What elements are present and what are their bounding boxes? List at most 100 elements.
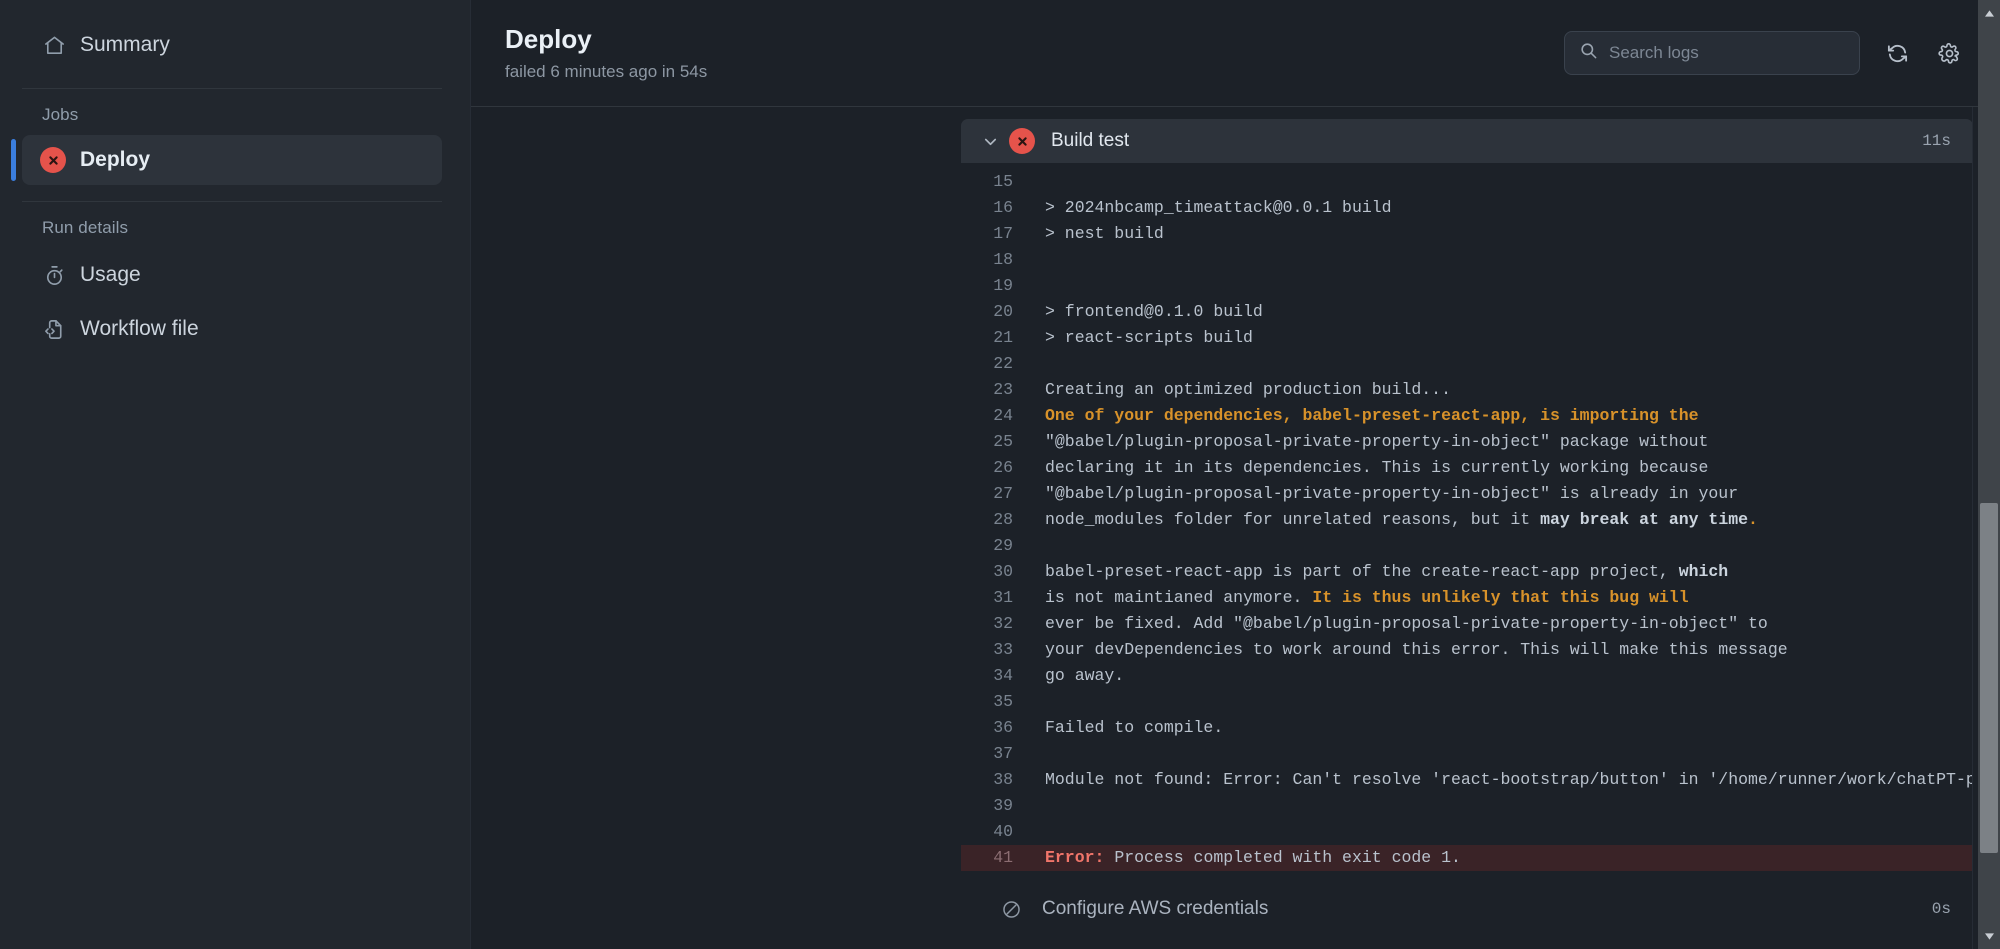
- log-line: 17 > nest build: [961, 221, 1973, 247]
- log-line-text: go away.: [1019, 663, 1973, 689]
- log-token: go away.: [1045, 666, 1125, 685]
- log-line-number: 17: [993, 224, 1013, 243]
- step-duration: 11s: [1922, 132, 1951, 150]
- search-logs-box[interactable]: [1564, 31, 1860, 75]
- log-token: "@babel/plugin-proposal-private-property…: [1045, 484, 1739, 503]
- log-line: 27 "@babel/plugin-proposal-private-proper…: [961, 481, 1973, 507]
- log-line-text: > frontend@0.1.0 build: [1019, 299, 1973, 325]
- log-line: 22: [961, 351, 1973, 377]
- log-line-number: 39: [993, 796, 1013, 815]
- log-line: 20 > frontend@0.1.0 build: [961, 299, 1973, 325]
- log-line: 19: [961, 273, 1973, 299]
- sidebar-heading-run-details: Run details: [42, 218, 129, 237]
- scrollbar-thumb[interactable]: [1980, 503, 1998, 853]
- log-line-number: 25: [993, 432, 1013, 451]
- log-line-text: > react-scripts build: [1019, 325, 1973, 351]
- log-line: 21 > react-scripts build: [961, 325, 1973, 351]
- title-block: Deploy failed 6 minutes ago in 54s: [505, 24, 1564, 81]
- log-token: > frontend@0.1.0 build: [1045, 302, 1263, 321]
- sidebar-item-usage[interactable]: Usage: [22, 248, 442, 302]
- scroll-up-arrow-icon[interactable]: [1978, 2, 2000, 24]
- skip-circle-slash-icon: [1001, 899, 1022, 920]
- log-line-text: > nest build: [1019, 221, 1973, 247]
- log-line: 26 declaring it in its dependencies. This…: [961, 455, 1973, 481]
- log-line-text: [1019, 741, 1973, 767]
- log-token: ever be fixed. Add "@babel/plugin-propos…: [1045, 614, 1768, 633]
- log-token: Error:: [1045, 848, 1105, 867]
- log-token: Process completed with exit code 1.: [1104, 848, 1461, 867]
- log-line-number: 29: [993, 536, 1013, 555]
- log-scroll-region[interactable]: Build test 11s 15 16 > 2024nbcamp_timeatt…: [471, 107, 2000, 949]
- sidebar-item-workflow-file[interactable]: Workflow file: [22, 302, 442, 356]
- log-line: 34 go away.: [961, 663, 1973, 689]
- log-line-text: [1019, 533, 1973, 559]
- log-token: is not maintianed anymore.: [1045, 588, 1313, 607]
- log-line-text: "@babel/plugin-proposal-private-property…: [1019, 481, 1973, 507]
- search-input[interactable]: [1609, 43, 1845, 63]
- log-line-text: [1019, 689, 1973, 715]
- log-line-text: Creating an optimized production build..…: [1019, 377, 1973, 403]
- log-output: 15 16 > 2024nbcamp_timeattack@0.0.1 build…: [961, 163, 1973, 879]
- main-header: Deploy failed 6 minutes ago in 54s: [471, 0, 2000, 107]
- log-step-header-configure-aws-credentials[interactable]: Configure AWS credentials 0s: [961, 883, 1973, 935]
- log-line-text: is not maintianed anymore. It is thus un…: [1019, 585, 1973, 611]
- log-line: 31 is not maintianed anymore. It is thus …: [961, 585, 1973, 611]
- failure-x-circle-icon: [1009, 128, 1035, 154]
- header-actions: [1564, 31, 1964, 75]
- log-line-text: your devDependencies to work around this…: [1019, 637, 1973, 663]
- log-line: 28 node_modules folder for unrelated reas…: [961, 507, 1973, 533]
- log-line: 30 babel-preset-react-app is part of the …: [961, 559, 1973, 585]
- log-line-number: 36: [993, 718, 1013, 737]
- log-step-header-build-test[interactable]: Build test 11s: [961, 119, 1973, 163]
- log-line: 40: [961, 819, 1973, 845]
- log-line-number: 38: [993, 770, 1013, 789]
- log-line-text: Error: Process completed with exit code …: [1019, 845, 1973, 871]
- log-line-text: One of your dependencies, babel-preset-r…: [1019, 403, 1973, 429]
- page-scrollbar[interactable]: [1978, 0, 2000, 949]
- log-line: 38 Module not found: Error: Can't resolve…: [961, 767, 1973, 793]
- sidebar-item-label: Workflow file: [80, 317, 199, 340]
- chevron-down-icon[interactable]: [977, 132, 1003, 151]
- log-token: "@babel/plugin-proposal-private-property…: [1045, 432, 1709, 451]
- log-line-number: 41: [993, 848, 1013, 867]
- step-name: Configure AWS credentials: [1042, 898, 1269, 919]
- log-line-number: 37: [993, 744, 1013, 763]
- step-duration: 0s: [1931, 900, 1951, 918]
- log-line: 25 "@babel/plugin-proposal-private-proper…: [961, 429, 1973, 455]
- log-token: Module not found: Error: Can't resolve '…: [1045, 770, 1973, 789]
- log-line-text: > 2024nbcamp_timeattack@0.0.1 build: [1019, 195, 1973, 221]
- log-token: > 2024nbcamp_timeattack@0.0.1 build: [1045, 198, 1392, 217]
- scroll-down-arrow-icon[interactable]: [1978, 925, 2000, 947]
- log-line-number: 31: [993, 588, 1013, 607]
- log-line: 33 your devDependencies to work around th…: [961, 637, 1973, 663]
- log-line-number: 16: [993, 198, 1013, 217]
- log-line-number: 34: [993, 666, 1013, 685]
- log-line: 39: [961, 793, 1973, 819]
- log-line: 15: [961, 169, 1973, 195]
- log-token: > nest build: [1045, 224, 1164, 243]
- sidebar-item-summary[interactable]: Summary: [22, 18, 442, 72]
- log-line-text: "@babel/plugin-proposal-private-property…: [1019, 429, 1973, 455]
- log-token: Failed to compile.: [1045, 718, 1224, 737]
- log-line: 35: [961, 689, 1973, 715]
- sidebar-item-job-deploy[interactable]: Deploy: [11, 135, 442, 185]
- search-icon: [1579, 41, 1598, 65]
- failure-x-circle-icon: [40, 147, 66, 173]
- log-line-text: Failed to compile.: [1019, 715, 1973, 741]
- log-token: which: [1678, 562, 1729, 581]
- log-line-text: [1019, 169, 1973, 195]
- log-line-number: 30: [993, 562, 1013, 581]
- main-panel: Deploy failed 6 minutes ago in 54s Searc…: [470, 0, 2000, 949]
- log-line-number: 23: [993, 380, 1013, 399]
- log-line-text: babel-preset-react-app is part of the cr…: [1019, 559, 1973, 585]
- log-line-text: [1019, 273, 1973, 299]
- workflow-run-log-page: Summary Jobs Deploy Run details Usage Wo…: [0, 0, 2000, 949]
- refresh-icon[interactable]: [1882, 38, 1912, 68]
- log-line-number: 33: [993, 640, 1013, 659]
- log-line-number: 28: [993, 510, 1013, 529]
- gear-icon[interactable]: [1934, 38, 1964, 68]
- log-line-text: [1019, 351, 1973, 377]
- log-token: node_modules folder for unrelated reason…: [1045, 510, 1541, 529]
- log-line: 18: [961, 247, 1973, 273]
- log-line-text: ever be fixed. Add "@babel/plugin-propos…: [1019, 611, 1973, 637]
